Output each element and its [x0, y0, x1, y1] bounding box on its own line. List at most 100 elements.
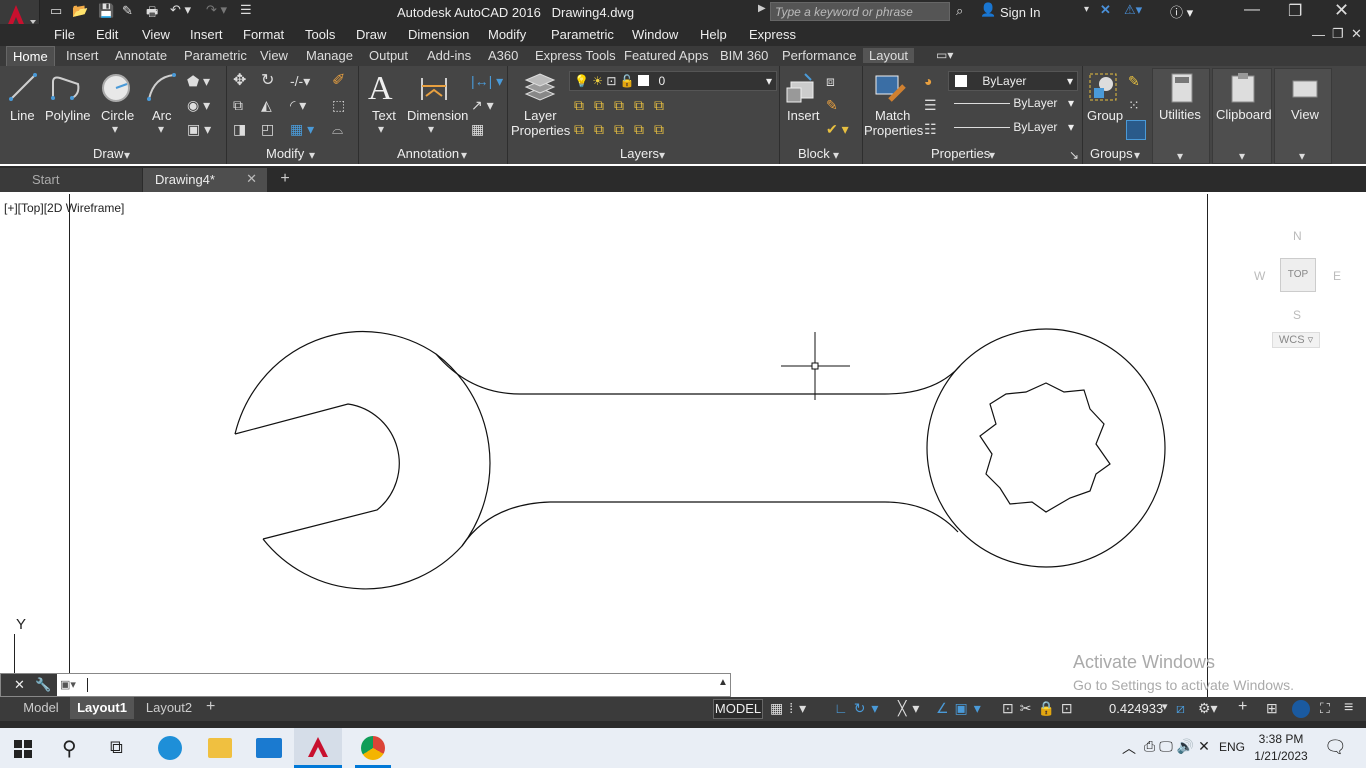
arc-dropdown-icon[interactable]: ▾ [158, 122, 164, 136]
match-properties-icon[interactable] [874, 72, 908, 106]
draw-panel-title[interactable]: Draw [93, 146, 123, 161]
menu-modify[interactable]: Modify [488, 27, 526, 42]
annotation-panel-title[interactable]: Annotation [397, 146, 459, 161]
copy-icon[interactable]: ⧉ [233, 98, 243, 112]
layers-expand-icon[interactable]: ▾ [659, 148, 665, 162]
text-icon[interactable]: A [368, 70, 393, 108]
layer-tools-row1-icon[interactable]: ⧉⧉⧉⧉⧉ [574, 98, 674, 112]
move-icon[interactable]: ✥ [233, 73, 246, 89]
edit-attributes-icon[interactable]: ✔ ▾ [826, 122, 849, 136]
menu-window[interactable]: Window [632, 27, 678, 42]
menu-tools[interactable]: Tools [305, 27, 335, 42]
status-customize-icon[interactable]: ≡ [1344, 699, 1353, 717]
properties-expand-icon[interactable]: ▾ [989, 148, 995, 162]
help-icon[interactable]: ⓘ ▾ [1170, 2, 1193, 21]
tab-close-icon[interactable]: ✕ [246, 171, 257, 187]
autodesk-360-icon[interactable]: ⚠▾ [1124, 2, 1142, 18]
layer-properties-button-line2[interactable]: Properties [511, 123, 570, 138]
linetype-icon[interactable]: ☰ [924, 98, 937, 112]
menu-dimension[interactable]: Dimension [408, 27, 469, 42]
menu-file[interactable]: File [54, 27, 75, 42]
dimension-dropdown-icon[interactable]: ▾ [428, 122, 434, 136]
doc-minimize-icon[interactable]: — [1312, 27, 1325, 42]
open-icon[interactable]: 📂 [72, 3, 88, 19]
tab-a360[interactable]: A360 [488, 48, 518, 63]
workspace-icons[interactable]: ⊡✂🔒⊡ [1002, 700, 1079, 717]
tab-add-ins[interactable]: Add-ins [427, 48, 471, 63]
compass-west[interactable]: W [1254, 269, 1265, 283]
wcs-menu[interactable]: WCS ▿ [1272, 332, 1320, 348]
doc-close-icon[interactable]: ✕ [1351, 26, 1362, 42]
crosshair-toggle-icon[interactable]: + [1238, 698, 1247, 716]
wrench-drawing[interactable] [0, 194, 1366, 697]
command-close-icon[interactable]: ✕ [14, 677, 25, 693]
menu-edit[interactable]: Edit [96, 27, 118, 42]
language-indicator[interactable]: ENG [1219, 740, 1245, 754]
tab-insert[interactable]: Insert [66, 48, 99, 63]
new-tab-icon[interactable]: + [275, 170, 295, 190]
annotation-expand-icon[interactable]: ▾ [461, 148, 467, 162]
save-as-icon[interactable]: ✎ [122, 3, 133, 19]
command-recent-icon[interactable]: ▣▾ [60, 678, 76, 691]
sign-in-button[interactable]: Sign In [1000, 5, 1040, 20]
mirror-icon[interactable]: ◭ [261, 98, 272, 112]
groups-panel-title[interactable]: Groups [1090, 146, 1133, 161]
autocad-taskbar-button[interactable] [294, 728, 342, 768]
ortho-polar-icons[interactable]: ∟↻▾ [834, 700, 884, 717]
tab-annotate[interactable]: Annotate [115, 48, 167, 63]
tab-parametric[interactable]: Parametric [184, 48, 247, 63]
polyline-button[interactable]: Polyline [45, 108, 91, 123]
menu-format[interactable]: Format [243, 27, 284, 42]
menu-express[interactable]: Express [749, 27, 796, 42]
block-expand-icon[interactable]: ▾ [833, 148, 839, 162]
circle-icon[interactable] [100, 72, 132, 104]
viewcube[interactable]: N S E W TOP WCS ▿ [1254, 224, 1341, 364]
arc-button[interactable]: Arc [152, 108, 172, 123]
insert-button[interactable]: Insert [787, 108, 820, 123]
insert-block-icon[interactable] [785, 72, 819, 106]
redo-icon[interactable]: ↷ ▾ [206, 2, 227, 18]
file-explorer-icon[interactable] [208, 738, 232, 758]
compass-east[interactable]: E [1333, 269, 1341, 283]
tab-performance[interactable]: Performance [782, 48, 856, 63]
modify-panel-title[interactable]: Modify [266, 146, 304, 161]
leader-icon[interactable]: ↗ ▾ [471, 98, 494, 112]
match-properties-line1[interactable]: Match [875, 108, 910, 123]
clipboard-panel[interactable]: Clipboard ▾ [1212, 68, 1272, 164]
edit-block-icon[interactable]: ✎ [826, 98, 838, 112]
menu-insert[interactable]: Insert [190, 27, 223, 42]
tray-overflow-icon[interactable]: ︿ [1122, 738, 1136, 758]
properties-panel-title[interactable]: Properties [931, 146, 990, 161]
layers-panel-title[interactable]: Layers [620, 146, 659, 161]
osnap-icons[interactable]: ∠▣▾ [936, 700, 987, 717]
trim-icon[interactable]: -/-▾ [290, 74, 310, 88]
clock-time[interactable]: 3:38 PM [1256, 732, 1306, 746]
viewcube-top-face[interactable]: TOP [1280, 258, 1316, 292]
array-icon[interactable]: ▦ ▾ [290, 122, 314, 136]
block-panel-title[interactable]: Block [798, 146, 830, 161]
lineweight-icon[interactable]: ☷ [924, 122, 937, 136]
menu-view[interactable]: View [142, 27, 170, 42]
rectangle-icon[interactable]: ▣ ▾ [187, 122, 211, 136]
color-wheel-icon[interactable]: ◕ [924, 74, 932, 88]
offset-icon[interactable]: ⌓ [332, 122, 343, 136]
properties-dialog-launcher-icon[interactable]: ↘ [1069, 148, 1079, 162]
group-button[interactable]: Group [1087, 108, 1123, 123]
edge-icon[interactable] [158, 736, 182, 760]
text-dropdown-icon[interactable]: ▾ [378, 122, 384, 136]
save-icon[interactable]: 💾 [98, 3, 114, 19]
linear-dim-icon[interactable]: |↔| ▾ [471, 74, 503, 88]
tab-manage[interactable]: Manage [306, 48, 353, 63]
hatch-icon[interactable]: ◉ ▾ [187, 98, 210, 112]
restore-icon[interactable]: ❐ [1288, 1, 1302, 21]
menu-help[interactable]: Help [700, 27, 727, 42]
groups-expand-icon[interactable]: ▾ [1134, 148, 1140, 162]
model-space-toggle[interactable]: MODEL [713, 699, 763, 719]
notifications-icon[interactable]: 🗨 [1324, 737, 1347, 758]
menu-draw[interactable]: Draw [356, 27, 386, 42]
undo-icon[interactable]: ↶ ▾ [170, 2, 191, 18]
tab-drawing[interactable]: Drawing4* ✕ [143, 168, 267, 192]
color-dropdown[interactable]: ByLayer ▾ [948, 71, 1078, 91]
dimension-icon[interactable] [418, 72, 450, 104]
ungroup-icon[interactable]: ✎ [1128, 74, 1140, 88]
